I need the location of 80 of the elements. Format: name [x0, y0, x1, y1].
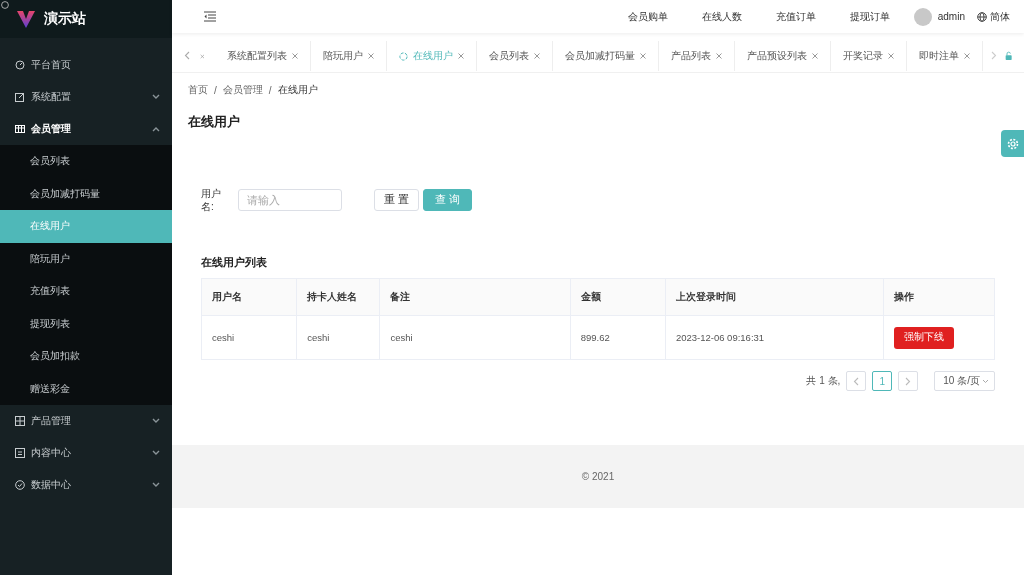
header-link[interactable]: 充值订单	[775, 9, 816, 24]
grid-icon	[15, 416, 25, 426]
submenu-item[interactable]: 会员加扣款	[0, 340, 172, 373]
table-cell: 2023-12-06 09:16:31	[665, 315, 884, 360]
breadcrumb-separator: /	[268, 84, 272, 96]
table-cell: ceshi	[379, 315, 571, 360]
table-icon	[15, 124, 25, 134]
edit-icon	[15, 92, 25, 102]
reset-button[interactable]: 重 置	[374, 189, 419, 211]
close-icon[interactable]	[639, 53, 646, 59]
breadcrumb-item[interactable]: 首页	[188, 83, 208, 97]
menu-item[interactable]: 内容中心	[0, 437, 172, 469]
breadcrumb-item[interactable]: 会员管理	[222, 83, 263, 97]
chevron-left-icon	[853, 376, 860, 386]
section-title: 在线用户列表	[201, 256, 268, 270]
close-icon[interactable]	[457, 53, 464, 59]
registered-icon	[1, 1, 9, 9]
close-icon[interactable]	[811, 53, 818, 59]
header-link[interactable]: 会员购单	[627, 9, 668, 24]
chevron-left-icon	[184, 51, 190, 60]
close-icon[interactable]	[887, 53, 894, 59]
document-icon	[15, 448, 25, 458]
table-cell: ceshi	[296, 315, 380, 360]
header-link[interactable]: 提现订单	[849, 9, 890, 24]
caret-icon	[982, 378, 989, 384]
user-name[interactable]: admin	[937, 11, 965, 22]
menu-item[interactable]: 数据中心	[0, 469, 172, 501]
app-title: 演示站	[44, 10, 86, 28]
settings-icon	[1005, 136, 1020, 151]
field-label: 用户名:	[201, 187, 222, 213]
close-icon[interactable]	[715, 53, 722, 59]
submenu-item[interactable]: 陪玩用户	[0, 242, 172, 275]
language-selector[interactable]: 简体	[990, 9, 1010, 24]
avatar-icon[interactable]	[913, 7, 932, 26]
close-icon[interactable]	[200, 52, 205, 60]
column-header: 金额	[570, 278, 666, 316]
unlock-icon[interactable]	[1004, 50, 1012, 62]
chevron-right-icon	[905, 376, 912, 386]
submenu-item[interactable]: 充值列表	[0, 275, 172, 308]
submenu-item[interactable]: 会员加减打码量	[0, 177, 172, 210]
submenu-item[interactable]: 提现列表	[0, 307, 172, 340]
loading-icon	[398, 51, 408, 61]
table-cell: 899.62	[570, 315, 666, 360]
chevron-icon	[152, 418, 160, 424]
column-header: 操作	[883, 278, 995, 316]
check-circle-icon	[15, 480, 25, 490]
menu-item[interactable]: 会员管理	[0, 113, 172, 145]
submenu-item[interactable]: 赠送彩金	[0, 372, 172, 405]
column-header: 持卡人姓名	[296, 278, 380, 316]
close-icon[interactable]	[533, 53, 540, 59]
chevron-icon	[152, 126, 160, 132]
chevron-icon	[152, 482, 160, 488]
chevron-icon	[152, 450, 160, 456]
page-size-select[interactable]: 10 条/页	[934, 371, 995, 391]
close-icon[interactable]	[291, 53, 298, 59]
menu-item[interactable]: 系统配置	[0, 81, 172, 113]
menu-fold-icon[interactable]	[204, 11, 216, 22]
menu-item[interactable]: 平台首页	[0, 49, 172, 81]
table-cell: ceshi	[201, 315, 297, 360]
menu-item[interactable]: 产品管理	[0, 405, 172, 437]
close-icon[interactable]	[963, 53, 970, 59]
settings-button[interactable]	[1001, 130, 1024, 157]
column-header: 用户名	[201, 278, 297, 316]
breadcrumb-item: 在线用户	[277, 83, 318, 97]
header-link[interactable]: 在线人数	[701, 9, 742, 24]
breadcrumb-separator: /	[214, 84, 217, 96]
force-logout-button[interactable]: 强制下线	[893, 326, 954, 349]
chevron-icon	[152, 94, 160, 100]
column-header: 备注	[379, 278, 571, 316]
page-title: 在线用户	[188, 113, 241, 131]
close-icon[interactable]	[367, 53, 374, 59]
globe-icon	[977, 11, 987, 22]
column-header: 上次登录时间	[665, 278, 884, 316]
copyright-text: © 2021	[581, 471, 615, 482]
chevron-right-icon	[990, 51, 997, 60]
username-input[interactable]: 请输入	[238, 189, 342, 211]
logo-icon	[16, 9, 36, 29]
submenu-item[interactable]: 会员列表	[0, 145, 172, 178]
total-count: 共 1 条,	[806, 374, 841, 388]
dashboard-icon	[15, 60, 25, 70]
